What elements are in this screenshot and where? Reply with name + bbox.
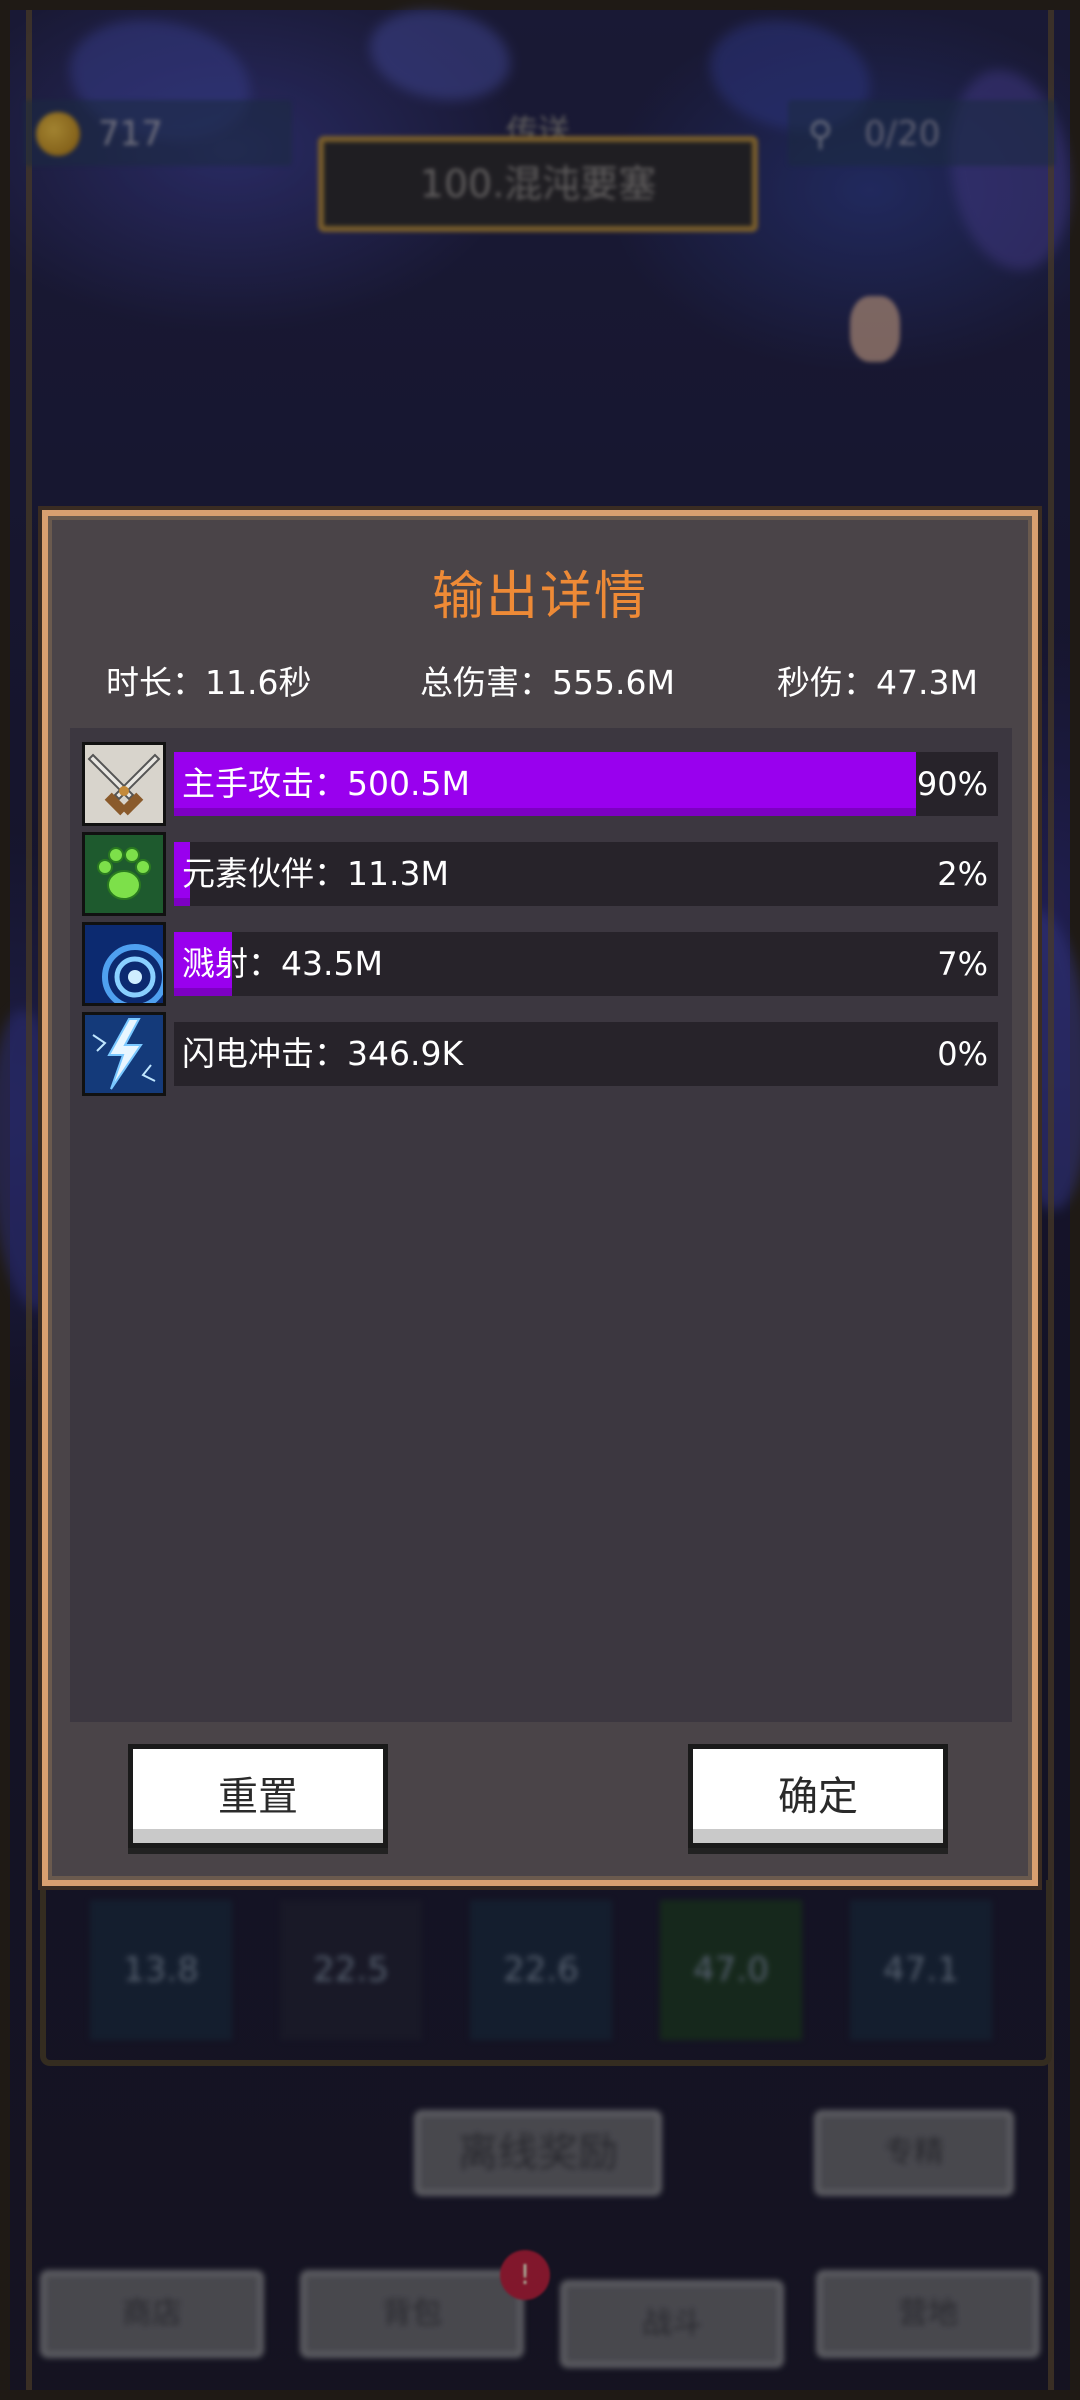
blue-swirl-icon <box>82 922 166 1006</box>
reset-button[interactable]: 重置 <box>128 1744 388 1848</box>
damage-source-label: 主手攻击：500.5M <box>182 764 470 803</box>
damage-row: 闪电冲击：346.9K 0% <box>82 1012 998 1096</box>
damage-list-panel: 主手攻击：500.5M 90% 元素伙伴：11.3M 2% 溅射：43.5M 7… <box>70 728 1012 1722</box>
damage-row: 溅射：43.5M 7% <box>82 922 998 1006</box>
damage-source-label: 元素伙伴：11.3M <box>182 854 449 893</box>
damage-details-dialog: 输出详情 时长：11.6秒 总伤害：555.6M 秒伤：47.3M 主手攻击：5… <box>42 510 1038 1886</box>
crossed-swords-icon <box>82 742 166 826</box>
damage-percent: 90% <box>916 765 988 803</box>
duration-stat: 时长：11.6秒 <box>106 663 312 702</box>
damage-source-label: 闪电冲击：346.9K <box>182 1034 464 1073</box>
confirm-button[interactable]: 确定 <box>688 1744 948 1848</box>
damage-percent: 0% <box>937 1035 988 1073</box>
total-damage-stat: 总伤害：555.6M <box>420 663 675 702</box>
damage-percent: 2% <box>937 855 988 893</box>
lightning-icon <box>82 1012 166 1096</box>
dps-stat: 秒伤：47.3M <box>777 663 978 702</box>
green-paw-icon <box>82 832 166 916</box>
dialog-title: 输出详情 <box>431 567 648 627</box>
damage-row: 元素伙伴：11.3M 2% <box>82 832 998 916</box>
damage-source-label: 溅射：43.5M <box>182 944 383 983</box>
damage-percent: 7% <box>937 945 988 983</box>
damage-row: 主手攻击：500.5M 90% <box>82 742 998 826</box>
